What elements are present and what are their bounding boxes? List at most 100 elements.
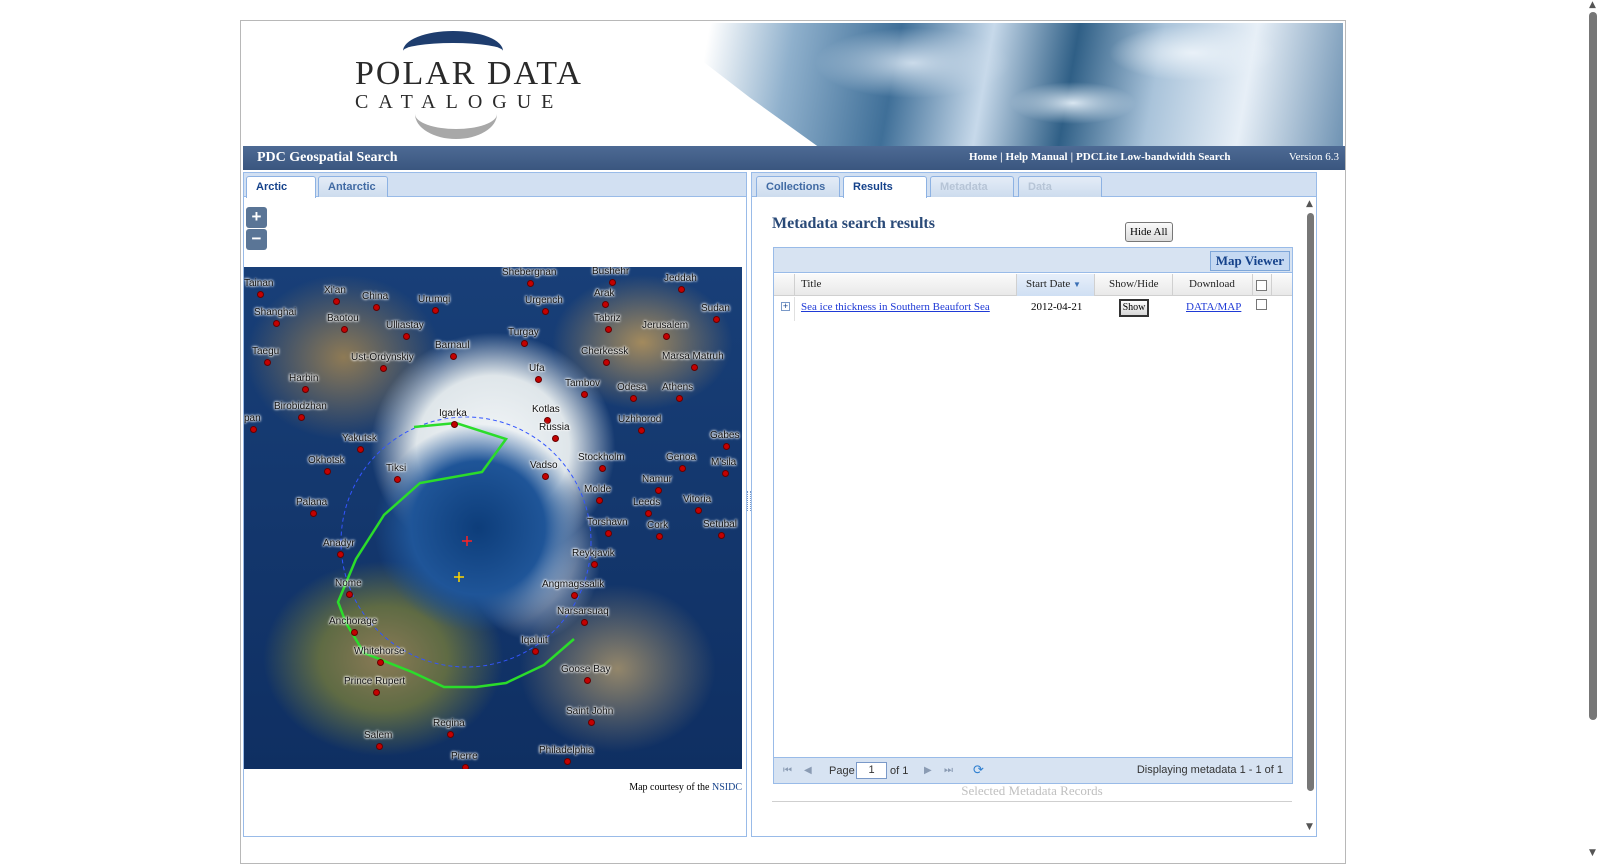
- table-row[interactable]: + Sea ice thickness in Southern Beaufort…: [774, 297, 1294, 321]
- region-tabstrip: Arctic Antarctic: [244, 173, 746, 198]
- results-heading: Metadata search results: [772, 215, 935, 232]
- tab-arctic[interactable]: Arctic: [246, 176, 316, 198]
- city-label: M'sila: [711, 457, 737, 477]
- results-scrollbar[interactable]: ▲ ▼: [1306, 199, 1315, 832]
- city-label: Leeds: [633, 497, 661, 517]
- pdclite-link[interactable]: PDCLite Low-bandwidth Search: [1076, 151, 1230, 163]
- prev-page-icon[interactable]: ◀: [804, 765, 812, 776]
- city-label: Jerusalem: [642, 320, 689, 340]
- expander-column-header: [774, 274, 795, 296]
- download-column-header: Download: [1173, 274, 1253, 296]
- polar-data-catalogue-logo[interactable]: POLAR DATA CATALOGUE: [355, 31, 581, 143]
- help-manual-link[interactable]: Help Manual: [1006, 151, 1068, 163]
- arctic-map[interactable]: Tainan Xi'an China Urumqi Shebergnan Bus…: [244, 267, 742, 769]
- city-label: Arak: [594, 288, 615, 308]
- zoom-out-button[interactable]: −: [246, 229, 267, 250]
- refresh-icon[interactable]: ⟳: [973, 762, 984, 778]
- city-label: Reykjavik: [572, 548, 615, 568]
- scroll-thumb[interactable]: [1307, 213, 1314, 791]
- city-label: Shebergnan: [502, 267, 557, 287]
- select-all-checkbox[interactable]: [1256, 280, 1267, 291]
- city-label: Iqaluit: [521, 635, 548, 655]
- tab-collections[interactable]: Collections: [756, 176, 840, 197]
- page-scroll-down-icon[interactable]: ▼: [1589, 848, 1596, 858]
- first-page-icon[interactable]: ⏮: [783, 765, 792, 776]
- version-label: Version 6.3: [1288, 151, 1339, 163]
- city-label: Sudan: [701, 303, 730, 323]
- city-label: Marsa Matruh: [662, 351, 724, 371]
- city-label: Urgench: [525, 295, 563, 315]
- scroll-up-icon[interactable]: ▲: [1306, 199, 1313, 209]
- map-panel: Arctic Antarctic + − Tainan Xi'an China …: [243, 172, 747, 837]
- city-label: Shanghai: [254, 307, 297, 327]
- city-label: Setubal: [703, 519, 737, 539]
- page-number-input[interactable]: 1: [856, 762, 887, 779]
- nsidc-link[interactable]: NSIDC: [712, 782, 742, 793]
- sort-desc-icon: ▼: [1073, 280, 1081, 289]
- city-label: Torshavn: [587, 517, 628, 537]
- record-title-link[interactable]: Sea ice thickness in Southern Beaufort S…: [801, 301, 990, 313]
- map-viewer-button[interactable]: Map Viewer: [1209, 251, 1290, 271]
- header-banner: POLAR DATA CATALOGUE: [243, 23, 1343, 147]
- expand-row-icon[interactable]: +: [781, 302, 790, 311]
- page-label: Page: [829, 765, 855, 777]
- paging-toolbar: ⏮ ◀ Page 1 of 1 ▶ ⏭ ⟳ Displaying metadat…: [774, 757, 1292, 783]
- city-label: Kotlas: [532, 404, 560, 424]
- city-label: Anadyr: [323, 538, 355, 558]
- city-label: Russia: [539, 422, 570, 442]
- city-label: Genoa: [666, 452, 697, 472]
- city-label: Taegu: [252, 346, 280, 366]
- map-credit: Map courtesy of the NSIDC: [629, 782, 742, 793]
- grid-toolbar: Map Viewer: [774, 248, 1292, 273]
- city-label: Prince Rupert: [344, 676, 406, 696]
- city-label: Regina: [433, 718, 465, 738]
- last-page-icon[interactable]: ⏭: [944, 765, 953, 776]
- city-label: Jeddah: [664, 273, 697, 293]
- city-label: Cherkessk: [581, 346, 629, 366]
- page-scrollbar[interactable]: ▲ ▼: [1586, 0, 1600, 861]
- scroll-down-icon[interactable]: ▼: [1306, 822, 1313, 832]
- zoom-in-button[interactable]: +: [246, 207, 267, 228]
- start-date-column-header[interactable]: Start Date ▼: [1017, 274, 1095, 296]
- tab-antarctic[interactable]: Antarctic: [318, 176, 388, 197]
- city-label: Ulliastay: [386, 320, 424, 340]
- ice-banner-image: [653, 23, 1343, 147]
- tab-results[interactable]: Results: [843, 176, 927, 198]
- next-page-icon[interactable]: ▶: [924, 765, 932, 776]
- grid-header: Title Start Date ▼ Show/Hide Download: [774, 274, 1292, 296]
- city-label: Stockholm: [578, 452, 625, 472]
- city-label: Tiksi: [386, 463, 407, 483]
- city-label: Harbin: [289, 373, 319, 393]
- city-label: Vitoria: [683, 494, 712, 514]
- city-label: pan: [244, 413, 261, 433]
- city-label: Okhotsk: [308, 455, 345, 475]
- home-link[interactable]: Home: [969, 151, 997, 163]
- hide-all-button[interactable]: Hide All: [1125, 222, 1173, 242]
- city-label: Goose Bay: [561, 664, 611, 684]
- city-label: Narsarsuaq: [557, 606, 609, 626]
- row-select-checkbox[interactable]: [1256, 299, 1267, 310]
- selected-records-title: Selected Metadata Records: [772, 783, 1292, 802]
- show-button[interactable]: Show: [1119, 299, 1149, 317]
- city-label: Saint John: [566, 706, 614, 726]
- city-label: Athens: [662, 382, 694, 402]
- city-label: Salem: [364, 730, 393, 750]
- displaying-status: Displaying metadata 1 - 1 of 1: [1136, 764, 1283, 776]
- title-bar: PDC Geospatial Search Home | Help Manual | P…: [243, 146, 1345, 170]
- city-label: Yakutsk: [342, 433, 377, 453]
- city-label: Whitehorse: [354, 646, 405, 666]
- city-label: Tainan: [244, 278, 274, 298]
- page-scroll-up-icon[interactable]: ▲: [1589, 0, 1596, 10]
- search-extent-circle: [340, 416, 592, 668]
- city-label: Ufa: [529, 363, 545, 383]
- city-label: Uzhhorod: [618, 414, 662, 434]
- data-map-download-link[interactable]: DATA/MAP: [1186, 301, 1241, 313]
- record-start-date: 2012-04-21: [1031, 301, 1083, 313]
- city-label: China: [362, 291, 389, 311]
- title-column-header[interactable]: Title: [795, 274, 1017, 296]
- city-label: Urumqi: [418, 294, 451, 314]
- city-label: Barnaul: [435, 340, 470, 360]
- city-label: Igarka: [439, 408, 467, 428]
- city-label: Odesa: [617, 382, 647, 402]
- page-scroll-thumb[interactable]: [1589, 12, 1597, 720]
